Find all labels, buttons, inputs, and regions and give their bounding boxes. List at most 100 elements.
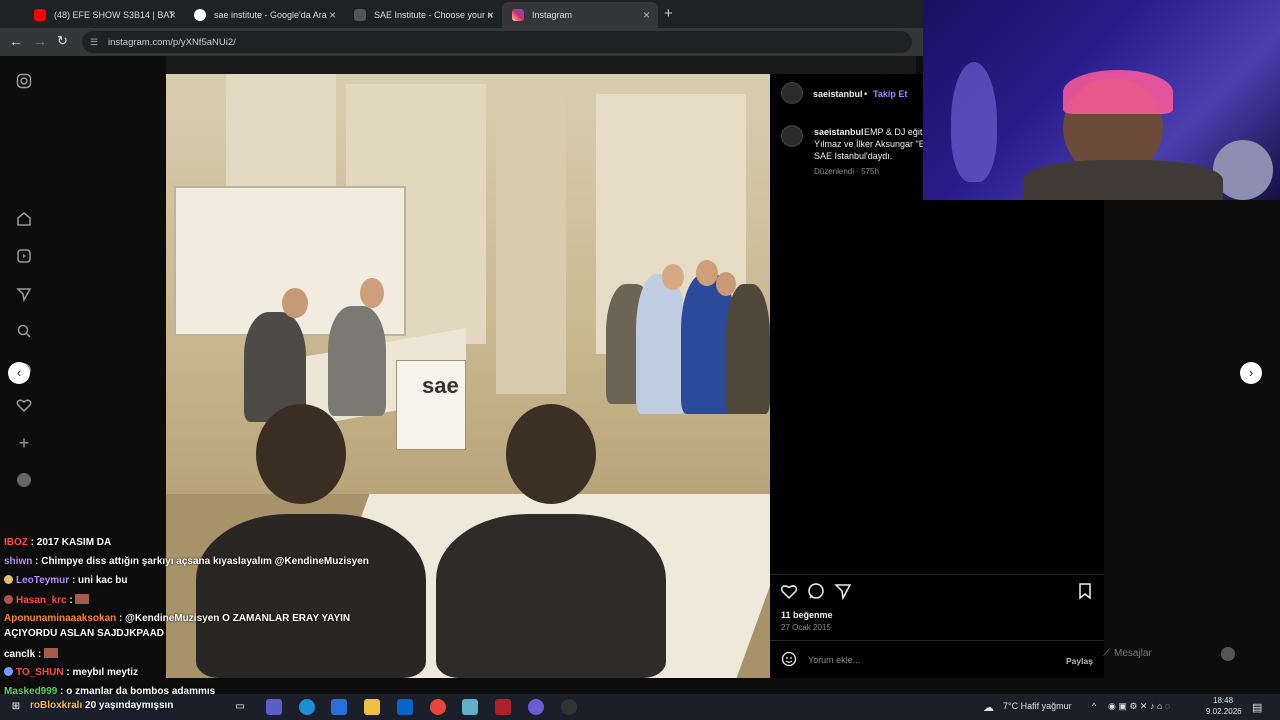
chat-message: Aponunaminaaaksokan : @KendineMuzisyen O… (4, 613, 350, 624)
edge-icon[interactable] (299, 699, 315, 715)
back-arrow-icon[interactable]: ← (9, 33, 23, 49)
heart-icon[interactable] (15, 397, 33, 415)
caption-line-3: SAE Istanbul'daydı. (814, 151, 893, 161)
tab-label: (48) EFE SHOW S3B14 | BATUFL (54, 10, 174, 20)
tab-youtube[interactable]: (48) EFE SHOW S3B14 | BATUFL × (24, 2, 184, 28)
follow-button[interactable]: Takip Et (873, 88, 907, 100)
chat-text: : (66, 595, 76, 606)
chat-text: : meybıl meytiz (63, 667, 139, 678)
caption-username[interactable]: saeistanbul (814, 126, 864, 138)
direct-send-icon[interactable] (15, 286, 33, 304)
divider (770, 640, 1104, 641)
previous-post-button[interactable]: ‹ (8, 362, 30, 384)
voice-meeter-icon[interactable] (495, 699, 511, 715)
caption-line-1: EMP & DJ eğit (864, 127, 923, 137)
chat-username: Hasan_krc (16, 595, 67, 606)
chat-username: Aponunaminaaaksokan (4, 613, 117, 624)
store-icon[interactable] (331, 699, 347, 715)
chat-message: LeoTeymur : uni kac bu (4, 575, 128, 586)
site-settings-icon[interactable]: ☰ (90, 37, 100, 47)
instagram-logo-icon[interactable] (15, 73, 33, 91)
avatar[interactable] (781, 82, 803, 104)
emoji-icon[interactable] (781, 651, 797, 672)
tab-instagram[interactable]: Instagram × (502, 2, 658, 28)
new-tab-button[interactable]: + (664, 5, 673, 22)
start-windows-icon[interactable]: ⊞ (8, 699, 24, 715)
chat-username: shiwn (4, 556, 33, 567)
tab-label: sae institute - Google'da Ara (214, 10, 327, 20)
chat-message: shiwn : Chimpye diss attığın şarkıyı açs… (4, 556, 369, 567)
home-icon[interactable] (15, 211, 33, 229)
separator-dot: • (864, 89, 868, 99)
messages-avatar[interactable] (1221, 647, 1235, 661)
avatar[interactable] (781, 125, 803, 147)
chat-username: IBOZ (4, 537, 28, 548)
comment-icon[interactable] (807, 582, 825, 605)
reels-icon[interactable] (15, 248, 33, 266)
divider (770, 574, 1104, 575)
tray-chevron-icon[interactable]: ^ (1092, 701, 1096, 711)
edited-timestamp: Düzenlendi · 575h (814, 167, 879, 176)
sae-icon (354, 9, 366, 21)
close-icon[interactable]: × (487, 8, 494, 22)
tab-sae[interactable]: SAE Institute - Choose your re × (344, 2, 502, 28)
tab-label: Instagram (532, 10, 573, 20)
chat-username: LeoTeymur (16, 575, 70, 586)
instagram-icon (512, 9, 524, 21)
post-date: 27 Ocak 2015 (781, 623, 831, 632)
post-username[interactable]: saeistanbul (813, 88, 863, 100)
tray-icons[interactable]: ◉ ▣ ⚙ ✕ ♪ ⌂ ◌ (1108, 701, 1170, 712)
close-icon[interactable]: × (643, 8, 650, 22)
chat-message: AÇIYORDU ASLAN SAJDJKPAAD (4, 628, 164, 639)
photo-top-strip (166, 56, 916, 74)
url-input[interactable]: ☰ instagram.com/p/yXNf5aNUi2/ (82, 31, 912, 53)
emote-icon (75, 594, 90, 604)
share-post-button[interactable]: Paylaş (1066, 655, 1093, 667)
streamer-shoulders (1023, 160, 1223, 200)
likes-count[interactable]: 11 beğenme (781, 609, 833, 621)
badge-icon (4, 595, 13, 604)
weather-icon[interactable]: ☁ (983, 701, 994, 714)
weather-text[interactable]: 7°C Hafif yağmur (1003, 701, 1072, 711)
share-send-icon[interactable] (834, 582, 852, 605)
clock-time[interactable]: 18:48 (1213, 696, 1233, 705)
create-plus-icon[interactable]: + (15, 434, 33, 452)
chat-username: roBloxkralı (30, 700, 83, 711)
chat-text: AÇIYORDU ASLAN SAJDJKPAAD (4, 628, 165, 639)
clock-date[interactable]: 9.02.2026 (1206, 707, 1242, 716)
tab-google[interactable]: sae institute - Google'da Ara × (184, 2, 344, 28)
badge-icon (4, 575, 13, 584)
forward-arrow-icon[interactable]: → (33, 33, 47, 49)
search-icon[interactable] (15, 323, 33, 341)
chrome-icon[interactable] (430, 699, 446, 715)
chat-message: IBOZ : 2017 KASIM DA (4, 537, 111, 548)
reload-icon[interactable]: ↻ (57, 33, 68, 49)
discord-icon[interactable] (528, 699, 544, 715)
bookmark-icon[interactable] (1077, 582, 1093, 605)
messages-send-icon[interactable]: ⟋ (1103, 648, 1110, 660)
chat-text: : Chimpye diss attığın şarkıyı açsana kı… (32, 556, 369, 567)
chat-text: : @KendineMuzisyen O ZAMANLAR ERAY YAYIN (116, 613, 351, 624)
notepad-icon[interactable] (462, 699, 478, 715)
chat-text: : uni kac bu (69, 575, 128, 586)
close-icon[interactable]: × (329, 8, 336, 22)
comment-input[interactable]: Yorum ekle... (808, 654, 860, 666)
headphones-shape (1063, 70, 1173, 114)
outlook-icon[interactable] (397, 699, 413, 715)
notification-icon[interactable]: ▤ (1252, 701, 1262, 714)
close-icon[interactable]: × (169, 8, 176, 22)
obs-icon[interactable] (561, 699, 577, 715)
youtube-icon (34, 9, 46, 21)
tab-label: SAE Institute - Choose your re (374, 10, 492, 20)
google-icon (194, 9, 206, 21)
file-explorer-icon[interactable] (364, 699, 380, 715)
task-view-icon[interactable]: ▭ (232, 699, 248, 715)
guitar-shape (951, 62, 997, 182)
like-heart-icon[interactable] (780, 582, 798, 605)
messages-label[interactable]: Mesajlar (1114, 648, 1152, 660)
copilot-icon[interactable] (266, 699, 282, 715)
sae-sign-label: sae (422, 373, 459, 398)
next-post-button[interactable]: › (1240, 362, 1262, 384)
chat-message: Hasan_krc : (4, 594, 90, 606)
profile-avatar-icon[interactable] (15, 472, 33, 490)
